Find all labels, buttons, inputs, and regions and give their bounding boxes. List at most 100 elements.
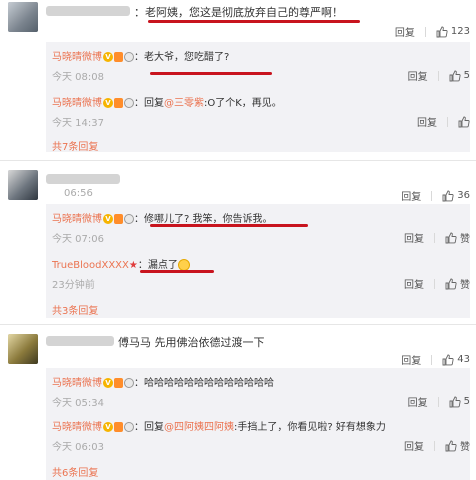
panda-badge-icon [124,422,134,432]
reply-time: 今天 08:08 [52,72,104,83]
avatar[interactable] [8,2,38,32]
star-icon: ★ [128,260,138,271]
reply-word: ：回复 [134,98,164,109]
like-button[interactable]: 5 [449,70,470,82]
like-button[interactable]: 5 [449,396,470,408]
reply-block: 马晓晴微博 V ：哈哈哈哈哈哈哈哈哈哈哈哈哈 今天 05:34 回复 5 马晓晴微博… [46,368,470,480]
comment-actions: 回复 43 [401,352,470,367]
comment-text: ：老阿姨，您这是彻底放弃自己的尊严啊！ [134,6,343,19]
reply-time: 23分钟前 [52,280,95,291]
reply-time: 今天 14:37 [52,118,104,129]
reply-button[interactable]: 回复 [395,24,415,39]
more-replies-link[interactable]: 共7条回复 [52,138,98,153]
more-replies-link[interactable]: 共6条回复 [52,464,98,479]
thumbs-up-icon [449,70,461,81]
avatar[interactable] [8,170,38,200]
divider [431,190,433,201]
reply-button[interactable]: 回复 [417,114,437,129]
like-button[interactable]: 赞 [445,438,470,453]
like-label: 赞 [460,442,470,453]
reply-actions: 回复 赞 [404,230,470,245]
reply-text: ：老大爷，您吃醋了? [134,52,230,63]
like-button[interactable]: 赞 [445,230,470,245]
reply-actions: 回复 5 [408,68,470,83]
like-count: 123 [450,26,470,37]
reply-actions: 回复 [417,114,470,129]
reply-username[interactable]: TrueBloodXXXX [52,260,129,271]
reply-actions: 回复 赞 [404,438,470,453]
reply-button[interactable]: 回复 [401,352,421,367]
reply-button[interactable]: 回复 [404,276,424,291]
like-button[interactable] [458,116,470,128]
reply-word: ：回复 [134,422,164,433]
verified-badge-icon: V [103,98,113,108]
comment-actions: 回复 36 [401,188,470,203]
reply-username[interactable]: 马晓晴微博 [52,214,102,225]
divider [434,278,435,289]
divider [0,324,476,325]
highlight-underline [140,270,214,273]
reply-button[interactable]: 回复 [404,438,424,453]
verified-badge-icon: V [103,214,113,224]
divider [434,440,435,451]
panda-badge-icon [124,214,134,224]
reply-username[interactable]: 马晓晴微博 [52,52,102,63]
reply-time: 今天 06:03 [52,442,104,453]
thumbs-up-icon [445,278,457,289]
reply-text: :O了个K，再见。 [204,98,282,109]
like-count: 5 [463,396,470,407]
like-button[interactable]: 43 [442,354,470,366]
like-label: 赞 [460,234,470,245]
thumbs-up-icon [449,396,461,407]
level-badge-icon [114,52,123,62]
reply-block: 马晓晴微博 V ：修哪儿了? 我笨，你告诉我。 今天 07:06 回复 赞 True… [46,204,470,318]
level-badge-icon [114,98,123,108]
mention-link[interactable]: @四阿姨四阿姨 [164,422,234,433]
reply-username[interactable]: 马晓晴微博 [52,422,102,433]
reply-button[interactable]: 回复 [401,188,421,203]
avatar[interactable] [8,334,38,364]
like-button[interactable]: 赞 [445,276,470,291]
like-count: 5 [463,70,470,81]
reply-time: 今天 05:34 [52,398,104,409]
highlight-underline [150,224,308,227]
comment-time: 06:56 [64,188,93,199]
reply-button[interactable]: 回复 [408,68,428,83]
reply-actions: 回复 赞 [404,276,470,291]
verified-badge-icon: V [103,52,113,62]
panda-badge-icon [124,52,134,62]
verified-badge-icon: V [103,378,113,388]
panda-badge-icon [124,98,134,108]
more-replies-link[interactable]: 共3条回复 [52,302,98,317]
level-badge-icon [114,214,123,224]
thumbs-up-icon [442,190,454,201]
reply-username[interactable]: 马晓晴微博 [52,98,102,109]
divider [434,232,435,243]
divider [0,160,476,161]
reply-button[interactable]: 回复 [404,230,424,245]
level-badge-icon [114,378,123,388]
thumbs-up-icon [458,116,470,127]
blurred-username [46,336,114,346]
reply-text: ：哈哈哈哈哈哈哈哈哈哈哈哈哈 [134,378,274,389]
mention-link[interactable]: @三零紫 [164,98,204,109]
level-badge-icon [114,422,123,432]
verified-badge-icon: V [103,422,113,432]
like-count: 43 [457,354,470,365]
divider [437,396,439,407]
reply-username[interactable]: 马晓晴微博 [52,378,102,389]
divider [424,26,426,37]
highlight-underline [148,20,360,23]
comment-text: 傅马马 先用佛治依德过渡一下 [118,336,265,349]
thumbs-up-icon [445,232,457,243]
reply-button[interactable]: 回复 [408,394,428,409]
blurred-username [46,6,130,16]
reply-time: 今天 07:06 [52,234,104,245]
thumbs-up-icon [442,354,454,365]
like-button[interactable]: 123 [436,26,470,38]
comment-actions: 回复 123 [395,24,470,39]
thumbs-up-icon [445,440,457,451]
divider [447,116,448,127]
like-button[interactable]: 36 [442,190,470,202]
reply-item: 马晓晴微博 V ：回复@三零紫:O了个K，再见。 今天 14:37 [52,94,470,129]
